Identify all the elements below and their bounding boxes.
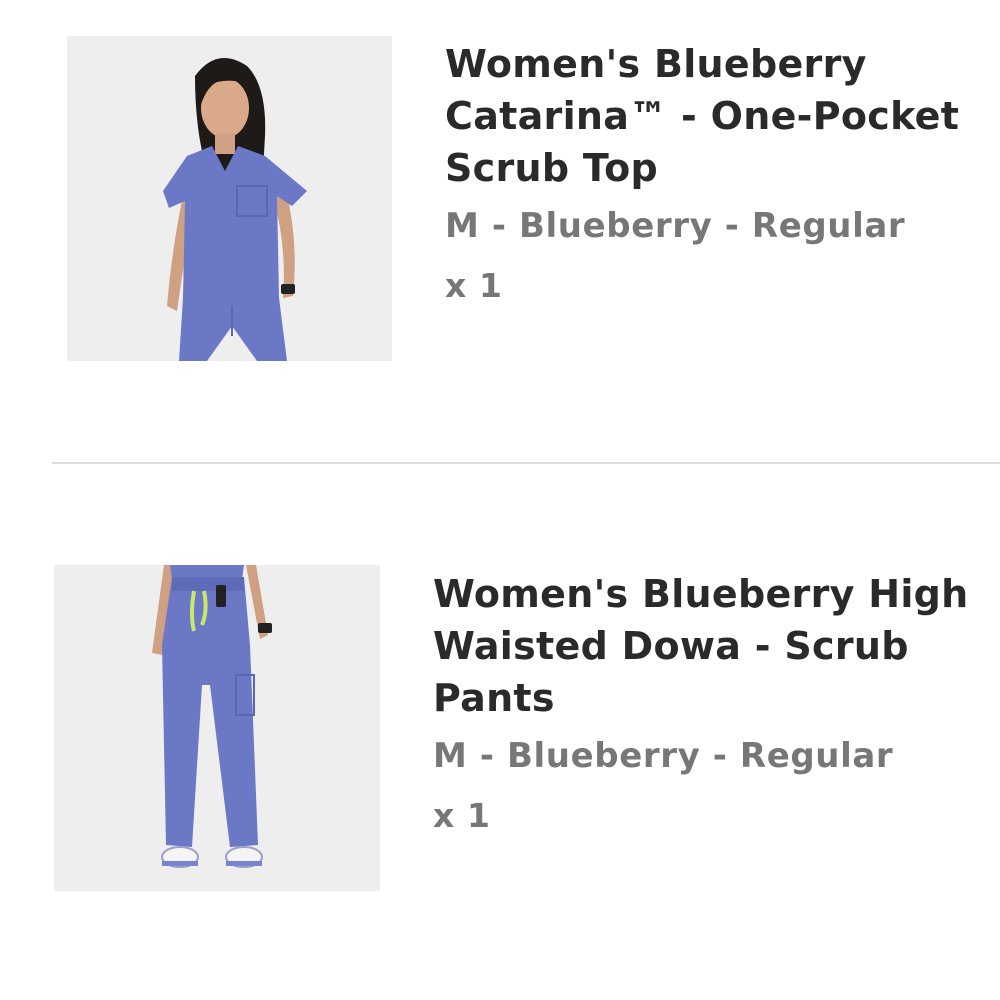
product-title[interactable]: Women's Blueberry Catarina™ - One-Pocket… bbox=[445, 38, 990, 194]
product-title[interactable]: Women's Blueberry High Waisted Dowa - Sc… bbox=[433, 568, 993, 724]
product-info: Women's Blueberry High Waisted Dowa - Sc… bbox=[433, 568, 993, 838]
scrub-pants-model-photo-icon bbox=[54, 565, 380, 891]
product-image[interactable] bbox=[54, 565, 380, 891]
product-variant: M - Blueberry - Regular bbox=[433, 736, 894, 776]
product-variant: M - Blueberry - Regular bbox=[445, 206, 906, 246]
order-items-list: Women's Blueberry Catarina™ - One-Pocket… bbox=[0, 0, 1000, 1000]
item-divider bbox=[52, 462, 1000, 464]
scrub-top-model-photo-icon bbox=[67, 36, 392, 361]
product-quantity: x 1 bbox=[433, 796, 491, 835]
order-item: Women's Blueberry Catarina™ - One-Pocket… bbox=[0, 0, 1000, 462]
product-info: Women's Blueberry Catarina™ - One-Pocket… bbox=[445, 38, 990, 308]
product-quantity: x 1 bbox=[445, 266, 503, 305]
order-item: Women's Blueberry High Waisted Dowa - Sc… bbox=[0, 465, 1000, 1000]
product-image[interactable] bbox=[67, 36, 392, 361]
